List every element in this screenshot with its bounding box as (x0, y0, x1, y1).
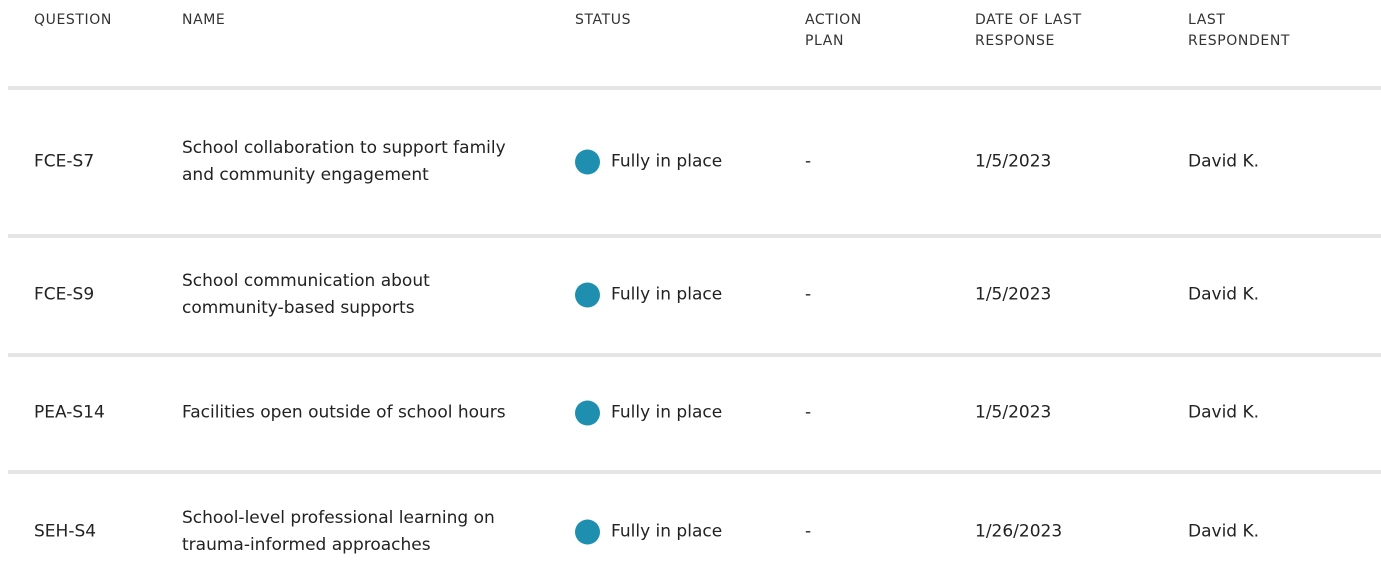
table-row[interactable]: PEA-S14 Facilities open outside of schoo… (0, 355, 1381, 471)
status-cell: Fully in place (575, 400, 722, 427)
question-name: School collaboration to support family a… (182, 138, 506, 185)
column-header-question[interactable]: QUESTION (34, 10, 154, 31)
status-cell: Fully in place (575, 519, 722, 546)
status-label: Fully in place (611, 402, 723, 423)
last-respondent: David K. (1188, 151, 1260, 172)
last-respondent: David K. (1188, 284, 1260, 305)
column-header-date-of-last-response[interactable]: DATE OF LAST RESPONSE (975, 10, 1125, 52)
column-header-name[interactable]: NAME (182, 10, 362, 31)
column-header-last-respondent[interactable]: LAST RESPONDENT (1188, 10, 1328, 52)
status-cell: Fully in place (575, 282, 722, 309)
question-code: PEA-S14 (34, 402, 105, 423)
question-code: FCE-S9 (34, 284, 95, 305)
question-code: FCE-S7 (34, 151, 95, 172)
responses-table: QUESTION NAME STATUS ACTION PLAN DATE OF… (0, 0, 1381, 588)
column-header-status[interactable]: STATUS (575, 10, 695, 31)
action-plan-value: - (805, 151, 812, 172)
status-dot-icon (575, 519, 600, 545)
column-header-action-plan[interactable]: ACTION PLAN (805, 10, 895, 52)
question-name: School communication about community-bas… (182, 271, 430, 318)
action-plan-value: - (805, 284, 812, 305)
status-cell: Fully in place (575, 149, 722, 176)
status-label: Fully in place (611, 151, 723, 172)
status-label: Fully in place (611, 284, 723, 305)
table-row[interactable]: FCE-S9 School communication about commun… (0, 236, 1381, 355)
status-label: Fully in place (611, 521, 723, 542)
action-plan-value: - (805, 402, 812, 423)
table-row[interactable]: FCE-S7 School collaboration to support f… (0, 88, 1381, 236)
last-respondent: David K. (1188, 521, 1260, 542)
last-response-date: 1/5/2023 (975, 151, 1052, 172)
action-plan-value: - (805, 521, 812, 542)
table-header: QUESTION NAME STATUS ACTION PLAN DATE OF… (0, 0, 1381, 88)
question-code: SEH-S4 (34, 521, 97, 542)
last-response-date: 1/5/2023 (975, 284, 1052, 305)
last-response-date: 1/26/2023 (975, 521, 1063, 542)
last-response-date: 1/5/2023 (975, 402, 1052, 423)
status-dot-icon (575, 400, 600, 426)
question-name: School-level professional learning on tr… (182, 508, 495, 555)
table-row[interactable]: SEH-S4 School-level professional learnin… (0, 472, 1381, 588)
last-respondent: David K. (1188, 402, 1260, 423)
status-dot-icon (575, 149, 600, 175)
question-name: Facilities open outside of school hours (182, 402, 506, 423)
status-dot-icon (575, 282, 600, 308)
